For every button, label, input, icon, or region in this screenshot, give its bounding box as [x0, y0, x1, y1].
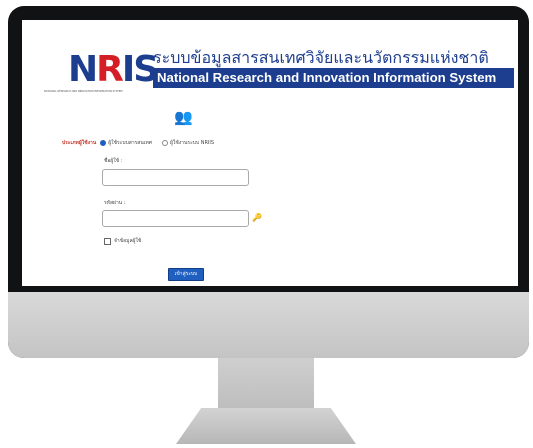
monitor-stand-neck — [218, 358, 314, 410]
screen: NRIS NATIONAL RESEARCH AND INNOVATION IN… — [22, 20, 518, 286]
radio-option-1-label[interactable]: ผู้ใช้ระบบสารสนเทศ — [108, 139, 152, 147]
user-icon: 👥 — [174, 108, 193, 126]
radio-option-1[interactable] — [100, 140, 107, 146]
username-label: ชื่อผู้ใช้ : — [104, 158, 123, 164]
username-input[interactable] — [102, 169, 249, 186]
logo-tagline: NATIONAL RESEARCH AND INNOVATION INFORMA… — [44, 90, 123, 93]
remember-me[interactable]: จำข้อมูลผู้ใช้ — [104, 237, 141, 245]
monitor-stand-base — [176, 408, 356, 444]
logo-letters-is: IS — [121, 49, 159, 90]
password-label: รหัสผ่าน : — [104, 200, 126, 206]
site-title-english: National Research and Innovation Informa… — [153, 68, 514, 88]
remember-checkbox[interactable] — [104, 237, 111, 245]
radio-option-2[interactable] — [161, 140, 168, 146]
nriis-logo: NRIS — [68, 49, 159, 90]
logo-letter-r: R — [96, 49, 124, 90]
password-input[interactable] — [102, 210, 249, 227]
monitor-chin — [8, 292, 529, 358]
remember-label: จำข้อมูลผู้ใช้ — [114, 238, 142, 244]
user-type-selector: ประเภทผู้ใช้งาน ผู้ใช้ระบบสารสนเทศ ผู้ใช… — [62, 136, 224, 150]
login-button[interactable]: เข้าสู่ระบบ — [168, 268, 204, 281]
key-icon[interactable]: 🔑 — [252, 213, 262, 222]
radio-option-2-label[interactable]: ผู้ใช้งานระบบ NRIIS — [170, 139, 214, 147]
logo-letter-n: N — [68, 49, 98, 90]
user-type-label: ประเภทผู้ใช้งาน — [62, 140, 97, 146]
